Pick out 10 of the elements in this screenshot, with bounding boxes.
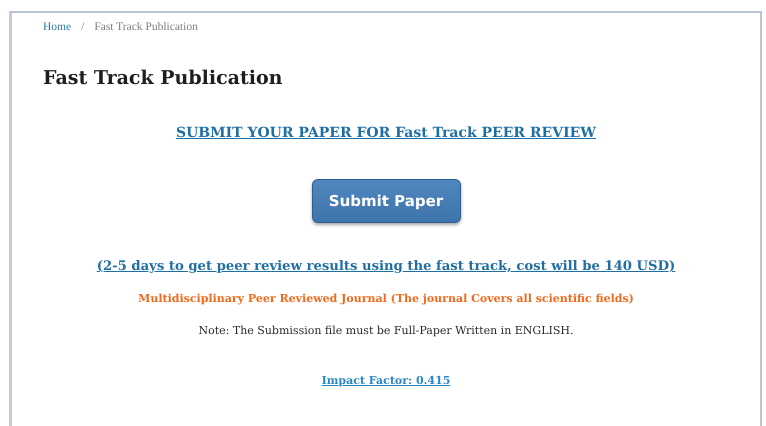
journal-note: Multidisciplinary Peer Reviewed Journal (The journal Covers all scientific fields) — [138, 292, 634, 305]
page-title: Fast Track Publication — [43, 67, 284, 89]
breadcrumb-separator: / — [81, 21, 84, 33]
breadcrumb-current: Fast Track Publication — [94, 21, 198, 33]
pricing-link[interactable]: (2-5 days to get peer review results using the fast track, cost will be 140 USD) — [96, 259, 676, 274]
submit-review-link[interactable]: SUBMIT YOUR PAPER FOR Fast Track PEER REVIEW — [176, 125, 596, 141]
breadcrumb-link[interactable]: Home — [43, 21, 72, 33]
submission-note: Note: The Submission file must be Full-Paper Written in ENGLISH. — [198, 324, 574, 337]
submit-paper-button[interactable]: Submit Paper — [312, 179, 460, 223]
impact-factor-link[interactable]: Impact Factor: 0.415 — [322, 374, 450, 387]
